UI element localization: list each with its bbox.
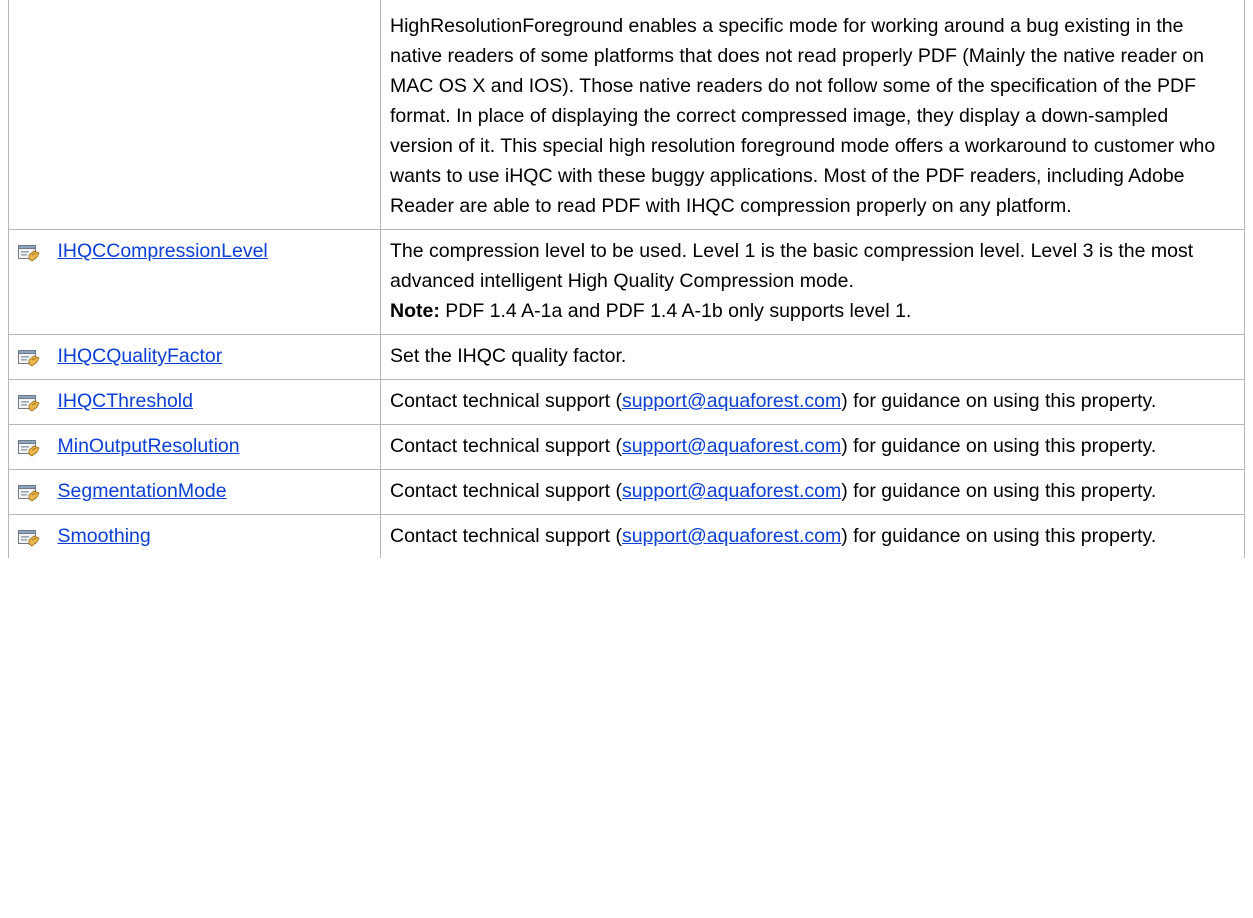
description-text: Contact technical support ( [390,435,622,457]
description-text: The compression level to be used. Level … [390,240,1194,292]
property-link-smoothing[interactable]: Smoothing [58,525,151,547]
description-text: Contact technical support ( [390,525,622,547]
icon-cell [8,469,49,515]
property-description: Contact technical support (support@aquaf… [380,424,1245,470]
property-description: Set the IHQC quality factor. [380,334,1245,380]
description-text: Contact technical support ( [390,480,622,502]
icon-cell [8,229,49,335]
property-link-segmentationmode[interactable]: SegmentationMode [58,480,227,502]
description-text: ) for guidance on using this property. [841,480,1157,502]
property-icon [17,392,41,414]
property-name-cell: IHQCQualityFactor [48,334,381,380]
support-email-link[interactable]: support@aquaforest.com [622,390,841,412]
description-text: ) for guidance on using this property. [841,525,1157,547]
icon-cell [8,0,49,230]
description-text: ) for guidance on using this property. [841,435,1157,457]
property-description: HighResolutionForeground enables a speci… [380,0,1245,230]
icon-cell [8,334,49,380]
property-description: Contact technical support (support@aquaf… [380,469,1245,515]
property-name-cell: IHQCCompressionLevel [48,229,381,335]
property-name-cell: SegmentationMode [48,469,381,515]
table-row: IHQCThreshold Contact technical support … [8,379,1245,425]
property-name-cell [48,0,381,230]
icon-cell [8,514,49,558]
icon-cell [8,379,49,425]
table-row: Smoothing Contact technical support (sup… [8,514,1245,558]
property-description: The compression level to be used. Level … [380,229,1245,335]
property-description: Contact technical support (support@aquaf… [380,379,1245,425]
note-text: PDF 1.4 A-1a and PDF 1.4 A-1b only suppo… [439,300,912,322]
property-icon [17,527,41,549]
description-text: ) for guidance on using this property. [841,390,1157,412]
table-row: MinOutputResolution Contact technical su… [8,424,1245,470]
support-email-link[interactable]: support@aquaforest.com [622,480,841,502]
property-icon [17,242,41,264]
property-icon [17,482,41,504]
property-link-minoutputresolution[interactable]: MinOutputResolution [58,435,240,457]
property-name-cell: Smoothing [48,514,381,558]
table-row: SegmentationMode Contact technical suppo… [8,469,1245,515]
description-text: Contact technical support ( [390,390,622,412]
table-row: IHQCCompressionLevel The compression lev… [8,229,1245,335]
property-name-cell: IHQCThreshold [48,379,381,425]
property-icon [17,437,41,459]
properties-table: HighResolutionForeground enables a speci… [8,0,1245,558]
property-link-ihqccompressionlevel[interactable]: IHQCCompressionLevel [58,240,268,262]
icon-cell [8,424,49,470]
table-row: HighResolutionForeground enables a speci… [8,0,1245,230]
table-row: IHQCQualityFactor Set the IHQC quality f… [8,334,1245,380]
property-icon [17,347,41,369]
property-link-ihqcthreshold[interactable]: IHQCThreshold [58,390,193,412]
property-name-cell: MinOutputResolution [48,424,381,470]
support-email-link[interactable]: support@aquaforest.com [622,435,841,457]
property-description: Contact technical support (support@aquaf… [380,514,1245,558]
note-label: Note: [390,300,440,322]
property-link-ihqcqualityfactor[interactable]: IHQCQualityFactor [58,345,223,367]
support-email-link[interactable]: support@aquaforest.com [622,525,841,547]
